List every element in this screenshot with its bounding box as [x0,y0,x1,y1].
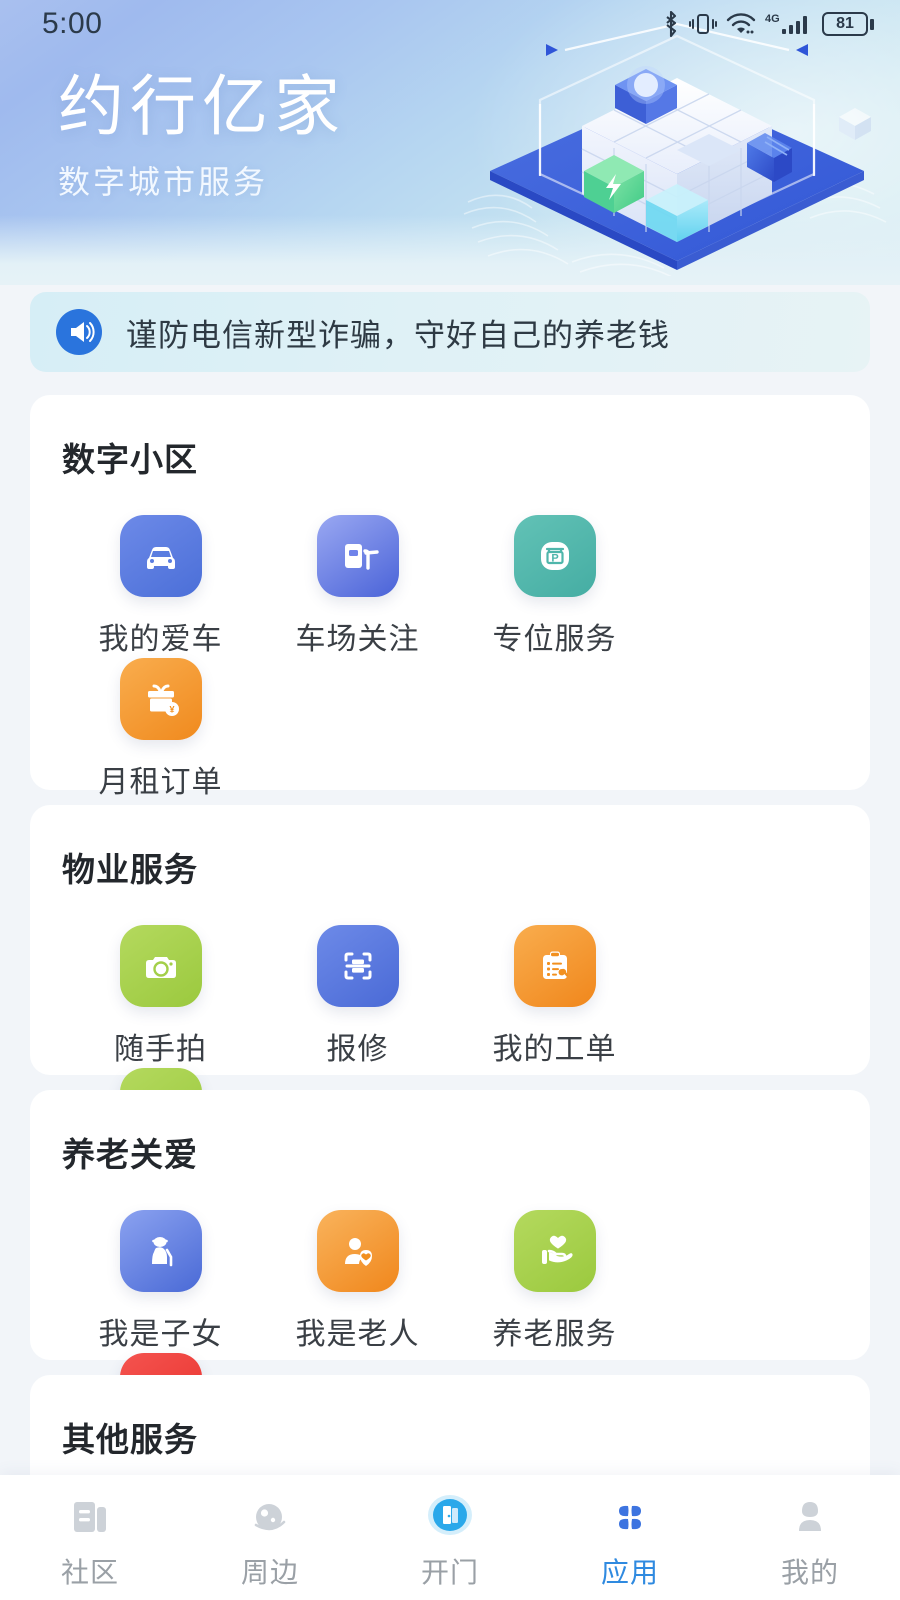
section-title: 物业服务 [62,843,848,891]
battery-icon: 81 [822,12,874,36]
person-heart-icon [317,1210,399,1292]
app-subtitle: 数字城市服务 [58,157,346,203]
app-tile-snapshot[interactable]: 随手拍 [62,925,259,1068]
app-tile-label: 养老服务 [493,1309,617,1353]
section-title: 养老关爱 [62,1128,848,1176]
app-title: 约行亿家 [58,72,346,141]
speaker-announcement-icon [54,307,104,357]
tab-label: 我的 [781,1551,839,1591]
app-header-banner: 5:00 [0,0,900,285]
announcement-text: 谨防电信新型诈骗，守好自己的养老钱 [126,310,670,355]
svg-text:P: P [551,553,558,565]
vibrate-icon [689,11,717,37]
status-bar: 5:00 [0,0,900,48]
app-tile-label: 我的工单 [493,1024,617,1068]
tab-community[interactable]: 社区 [0,1475,180,1591]
open-door-icon [420,1489,480,1545]
bluetooth-icon [662,11,680,37]
header-text-block: 约行亿家 数字城市服务 [58,72,346,203]
app-tile-monthly-order[interactable]: ¥ 月租订单 [62,658,259,801]
tab-label: 应用 [601,1551,659,1591]
app-tile-parking-follow[interactable]: 车场关注 [259,515,456,658]
section-title: 其他服务 [62,1413,848,1461]
tab-profile[interactable]: 我的 [720,1475,900,1591]
car-icon [120,515,202,597]
app-tile-elderly-service[interactable]: 养老服务 [456,1210,653,1353]
wifi-icon [726,11,756,37]
svg-text:¥: ¥ [169,705,174,715]
app-tile-repair-request[interactable]: 报修 [259,925,456,1068]
tab-nearby[interactable]: 周边 [180,1475,360,1591]
hand-heart-icon [514,1210,596,1292]
app-tile-dedicated-space[interactable]: P 专位服务 [456,515,653,658]
svg-text:4G: 4G [765,13,780,25]
section-card-elderly-care: 养老关爱 我是子女 [30,1090,870,1360]
app-tile-label: 我是子女 [99,1309,223,1353]
section-card-digital-community: 数字小区 我的爱车 [30,395,870,790]
nearby-planet-icon [246,1489,294,1545]
profile-person-icon [786,1489,834,1545]
app-tile-i-am-elder[interactable]: 我是老人 [259,1210,456,1353]
repair-scan-icon [317,925,399,1007]
app-tile-my-car[interactable]: 我的爱车 [62,515,259,658]
icon-grid-row: 我的爱车 车场关注 [62,515,848,801]
community-icon [66,1489,114,1545]
parking-barrier-icon [317,515,399,597]
bottom-navigation-bar: 社区 周边 [0,1475,900,1600]
tab-label: 社区 [61,1551,119,1591]
elderly-person-icon [120,1210,202,1292]
app-tile-label: 报修 [327,1024,389,1068]
app-tile-label: 我的爱车 [99,614,223,658]
camera-icon [120,925,202,1007]
section-card-property-service: 物业服务 随手拍 [30,805,870,1075]
app-tile-my-work-order[interactable]: 我的工单 [456,925,653,1068]
ticket-yuan-icon: ¥ [120,658,202,740]
parking-sign-icon: P [514,515,596,597]
work-order-icon [514,925,596,1007]
app-tile-label: 我是老人 [296,1309,420,1353]
app-tile-label: 随手拍 [114,1024,207,1068]
app-tile-label: 车场关注 [296,614,420,658]
app-tile-label: 月租订单 [99,757,223,801]
app-tile-label: 专位服务 [493,614,617,658]
battery-level: 81 [836,16,854,32]
section-title: 数字小区 [62,433,848,481]
tab-apps[interactable]: 应用 [540,1475,720,1591]
app-root: 5:00 [0,0,900,1600]
status-time: 5:00 [42,7,102,41]
status-icon-group: 4G 81 [662,11,874,37]
app-tile-i-am-child[interactable]: 我是子女 [62,1210,259,1353]
cellular-signal-icon: 4G [765,11,813,37]
announcement-banner[interactable]: 谨防电信新型诈骗，守好自己的养老钱 [30,292,870,372]
tab-open-door[interactable]: 开门 [360,1475,540,1591]
tab-label: 周边 [241,1551,299,1591]
tab-label: 开门 [421,1551,479,1591]
apps-grid-icon [606,1489,654,1545]
